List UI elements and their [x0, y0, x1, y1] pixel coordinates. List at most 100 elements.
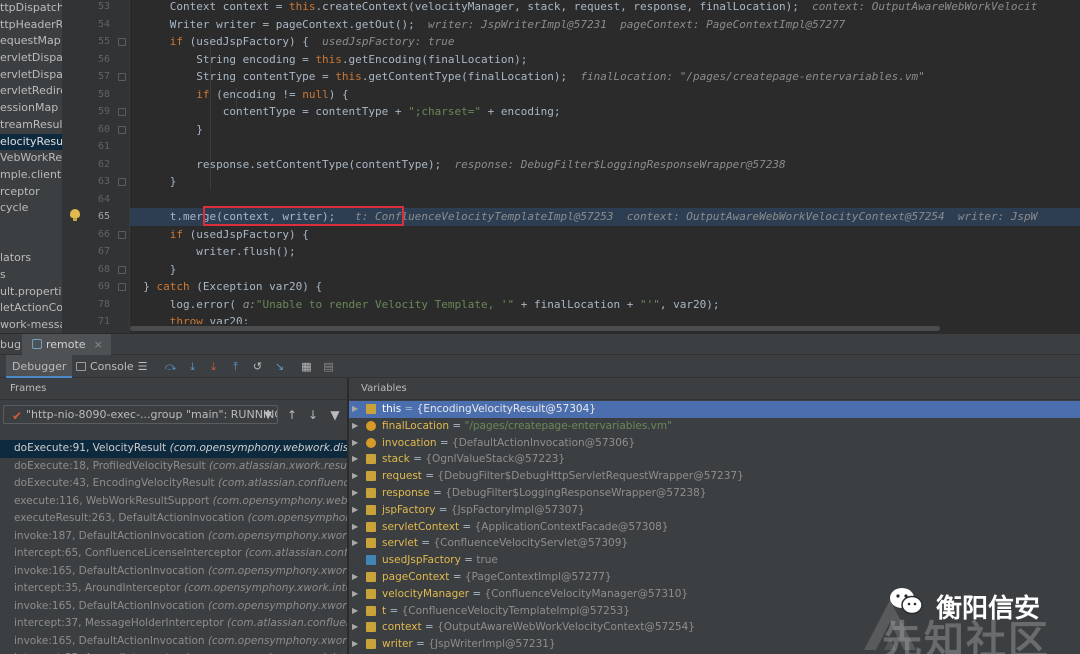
- project-tree-item[interactable]: ttpDispatch: [0, 0, 62, 17]
- project-tree-item[interactable]: ervletRedirec: [0, 83, 62, 100]
- expand-arrow-icon[interactable]: ▶: [352, 435, 358, 452]
- frame-row[interactable]: doExecute:18, ProfiledVelocityResult (co…: [0, 458, 347, 476]
- project-tree-item[interactable]: ult.propertie: [0, 284, 62, 301]
- variable-row[interactable]: ▶ servlet = {ConfluenceVelocityServlet@57…: [349, 535, 1080, 552]
- project-tree-item[interactable]: [0, 217, 62, 250]
- expand-arrow-icon[interactable]: ▶: [352, 619, 358, 636]
- project-tree-item[interactable]: equestMap: [0, 33, 62, 50]
- frame-row[interactable]: intercept:65, ConfluenceLicenseIntercept…: [0, 545, 347, 563]
- step-over-icon[interactable]: ⤼: [164, 360, 177, 373]
- code-line[interactable]: [130, 138, 1080, 156]
- show-execution-point-icon[interactable]: ☰: [136, 360, 149, 373]
- project-tree-item[interactable]: treamResult: [0, 117, 62, 134]
- project-tree-item[interactable]: mple.client: [0, 167, 62, 184]
- project-tree-item[interactable]: ttpHeaderRe: [0, 17, 62, 34]
- step-out-icon[interactable]: ⤒: [229, 360, 242, 373]
- code-line[interactable]: response.setContentType(contentType); re…: [130, 156, 1080, 174]
- filter-icon[interactable]: ▼: [327, 407, 343, 423]
- project-tree-item[interactable]: essionMap: [0, 100, 62, 117]
- expand-arrow-icon[interactable]: ▶: [352, 569, 358, 586]
- force-step-into-icon[interactable]: ⤓: [207, 360, 220, 373]
- evaluate-expression-icon[interactable]: ▦: [300, 360, 313, 373]
- expand-arrow-icon[interactable]: ▶: [352, 586, 358, 603]
- code-line[interactable]: log.error( ɑ:"Unable to render Velocity …: [130, 296, 1080, 314]
- project-tree-item[interactable]: lators: [0, 250, 62, 267]
- variable-row[interactable]: ▶ invocation = {DefaultActionInvocation@5…: [349, 435, 1080, 452]
- expand-arrow-icon[interactable]: ▶: [352, 418, 358, 435]
- frame-row[interactable]: invoke:165, DefaultActionInvocation (com…: [0, 598, 347, 616]
- run-to-cursor-icon[interactable]: ↘: [273, 360, 286, 373]
- expand-arrow-icon[interactable]: ▶: [352, 535, 358, 552]
- variable-row[interactable]: ▶ this = {EncodingVelocityResult@57304}: [349, 401, 1080, 418]
- code-line[interactable]: [130, 191, 1080, 209]
- arrow-down-icon[interactable]: ↓: [305, 407, 321, 423]
- code-line[interactable]: }: [130, 173, 1080, 191]
- project-tree-item[interactable]: elocityResult: [0, 133, 62, 151]
- arrow-up-icon[interactable]: ↑: [284, 407, 300, 423]
- frame-row[interactable]: [0, 431, 347, 440]
- fold-marker-icon[interactable]: [118, 125, 126, 134]
- expand-arrow-icon[interactable]: ▶: [352, 636, 358, 653]
- expand-arrow-icon[interactable]: ▶: [352, 468, 358, 485]
- fold-marker-icon[interactable]: [118, 230, 126, 239]
- code-line[interactable]: if (encoding != null) {: [130, 86, 1080, 104]
- variable-row[interactable]: ▶ response = {DebugFilter$LoggingResponse…: [349, 485, 1080, 502]
- frame-row[interactable]: doExecute:91, VelocityResult (com.opensy…: [0, 440, 347, 458]
- project-tree-item[interactable]: work-messag: [0, 317, 62, 333]
- frame-row[interactable]: executeResult:263, DefaultActionInvocati…: [0, 510, 347, 528]
- code-line[interactable]: Context context = this.createContext(vel…: [130, 0, 1080, 16]
- fold-marker-icon[interactable]: [118, 73, 126, 81]
- project-tree-item[interactable]: rceptor: [0, 184, 62, 201]
- project-tree-item[interactable]: ervletDispato: [0, 50, 62, 67]
- expand-arrow-icon[interactable]: ▶: [352, 485, 358, 502]
- thread-selector[interactable]: ✔ "http-nio-8090-exec-...group "main": R…: [3, 405, 278, 424]
- fold-marker-icon[interactable]: [118, 38, 126, 46]
- trace-table-icon[interactable]: ▤: [322, 360, 335, 373]
- variable-row[interactable]: ▶ stack = {OgnlValueStack@57223}: [349, 451, 1080, 468]
- fold-marker-icon[interactable]: [118, 283, 126, 291]
- frame-row[interactable]: intercept:37, MessageHolderInterceptor (…: [0, 615, 347, 633]
- frame-row[interactable]: invoke:187, DefaultActionInvocation (com…: [0, 528, 347, 546]
- expand-arrow-icon[interactable]: ▶: [352, 401, 358, 418]
- code-line[interactable]: Writer writer = pageContext.getOut(); wr…: [130, 16, 1080, 34]
- code-line[interactable]: contentType = contentType + ";charset=" …: [130, 103, 1080, 121]
- expand-arrow-icon[interactable]: ▶: [352, 502, 358, 519]
- code-line[interactable]: writer.flush();: [130, 243, 1080, 261]
- expand-arrow-icon[interactable]: ▶: [352, 603, 358, 620]
- tab-console[interactable]: Console: [76, 355, 134, 378]
- code-line[interactable]: String encoding = this.getEncoding(final…: [130, 51, 1080, 69]
- code-line[interactable]: } catch (Exception var20) {: [130, 278, 1080, 296]
- editor-horizontal-scrollbar[interactable]: [130, 324, 1080, 332]
- fold-marker-icon[interactable]: [118, 108, 126, 116]
- frame-row[interactable]: execute:116, WebWorkResultSupport (com.o…: [0, 493, 347, 511]
- drop-frame-icon[interactable]: ↺: [251, 360, 264, 373]
- frame-row[interactable]: doExecute:43, EncodingVelocityResult (co…: [0, 475, 347, 493]
- fold-marker-icon[interactable]: [118, 178, 126, 186]
- frame-row[interactable]: intercept:35, AroundInterceptor (com.ope…: [0, 580, 347, 598]
- variable-row[interactable]: ▶ request = {DebugFilter$DebugHttpServlet…: [349, 468, 1080, 485]
- code-editor[interactable]: Context context = this.createContext(vel…: [130, 0, 1080, 333]
- fold-marker-icon[interactable]: [118, 265, 126, 274]
- frame-row[interactable]: invoke:165, DefaultActionInvocation (com…: [0, 563, 347, 581]
- variable-row[interactable]: usedJspFactory = true: [349, 552, 1080, 569]
- code-line[interactable]: }: [130, 261, 1080, 279]
- code-line[interactable]: if (usedJspFactory) {: [130, 226, 1080, 244]
- project-tree-item[interactable]: cycle: [0, 200, 62, 217]
- expand-arrow-icon[interactable]: ▶: [352, 519, 358, 536]
- project-tree-item[interactable]: ervletDispato: [0, 67, 62, 84]
- project-tree-item[interactable]: VebWorkResu: [0, 150, 62, 167]
- frame-row[interactable]: invoke:165, DefaultActionInvocation (com…: [0, 633, 347, 651]
- project-tree[interactable]: ttpDispatchttpHeaderReequestMapervletDis…: [0, 0, 62, 333]
- expand-arrow-icon[interactable]: ▶: [352, 451, 358, 468]
- variable-row[interactable]: ▶ servletContext = {ApplicationContextFac…: [349, 519, 1080, 536]
- tab-remote[interactable]: remote ×: [22, 334, 111, 355]
- frame-row[interactable]: intercept:35, AroundInterceptor (com.ope…: [0, 650, 347, 654]
- code-line[interactable]: if (usedJspFactory) { usedJspFactory: tr…: [130, 33, 1080, 51]
- variable-row[interactable]: ▶ finalLocation = "/pages/createpage-ente…: [349, 418, 1080, 435]
- code-line[interactable]: t.merge(context, writer); t: ConfluenceV…: [130, 208, 1080, 226]
- code-line[interactable]: String contentType = this.getContentType…: [130, 68, 1080, 86]
- variable-row[interactable]: ▶ jspFactory = {JspFactoryImpl@57307}: [349, 502, 1080, 519]
- close-icon[interactable]: ×: [94, 338, 103, 355]
- step-into-icon[interactable]: ⤓: [186, 360, 199, 373]
- tab-debugger[interactable]: Debugger: [6, 355, 73, 378]
